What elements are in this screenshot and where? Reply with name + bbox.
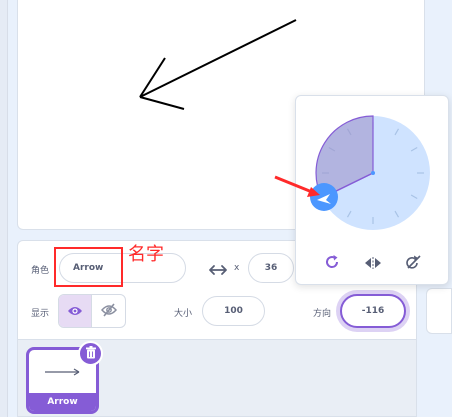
left-right-icon[interactable] <box>364 255 382 274</box>
eye-icon <box>67 302 83 321</box>
direction-input[interactable]: -116 <box>340 294 406 328</box>
show-label: 显示 <box>31 309 50 319</box>
annotation-highlight-box <box>54 247 123 287</box>
size-label: 大小 <box>174 309 193 319</box>
size-input[interactable]: 100 <box>202 296 265 326</box>
all-around-rotation-icon[interactable] <box>325 254 341 274</box>
dont-rotate-icon[interactable] <box>405 254 423 274</box>
annotation-label: 名字 <box>128 244 164 265</box>
hide-button[interactable] <box>92 295 125 327</box>
trash-icon <box>85 344 97 363</box>
visibility-toggle-group <box>58 294 126 328</box>
delete-sprite-button[interactable] <box>78 341 103 366</box>
sprite-label: 角色 <box>31 266 50 276</box>
annotation-arrow <box>274 175 320 197</box>
x-arrows-icon <box>208 261 228 280</box>
stage-panel-edge <box>426 288 452 334</box>
dial-center <box>371 171 375 175</box>
rotation-style-controls <box>296 254 450 274</box>
sprite-thumbnail-name: Arrow <box>29 393 96 411</box>
direction-label: 方向 <box>313 309 332 319</box>
eye-slash-icon <box>100 302 117 321</box>
arrow-sprite[interactable] <box>139 19 297 110</box>
x-label: x <box>234 263 240 273</box>
left-gutter <box>0 0 8 417</box>
show-button[interactable] <box>59 295 93 327</box>
x-input[interactable]: 36 <box>248 253 294 283</box>
